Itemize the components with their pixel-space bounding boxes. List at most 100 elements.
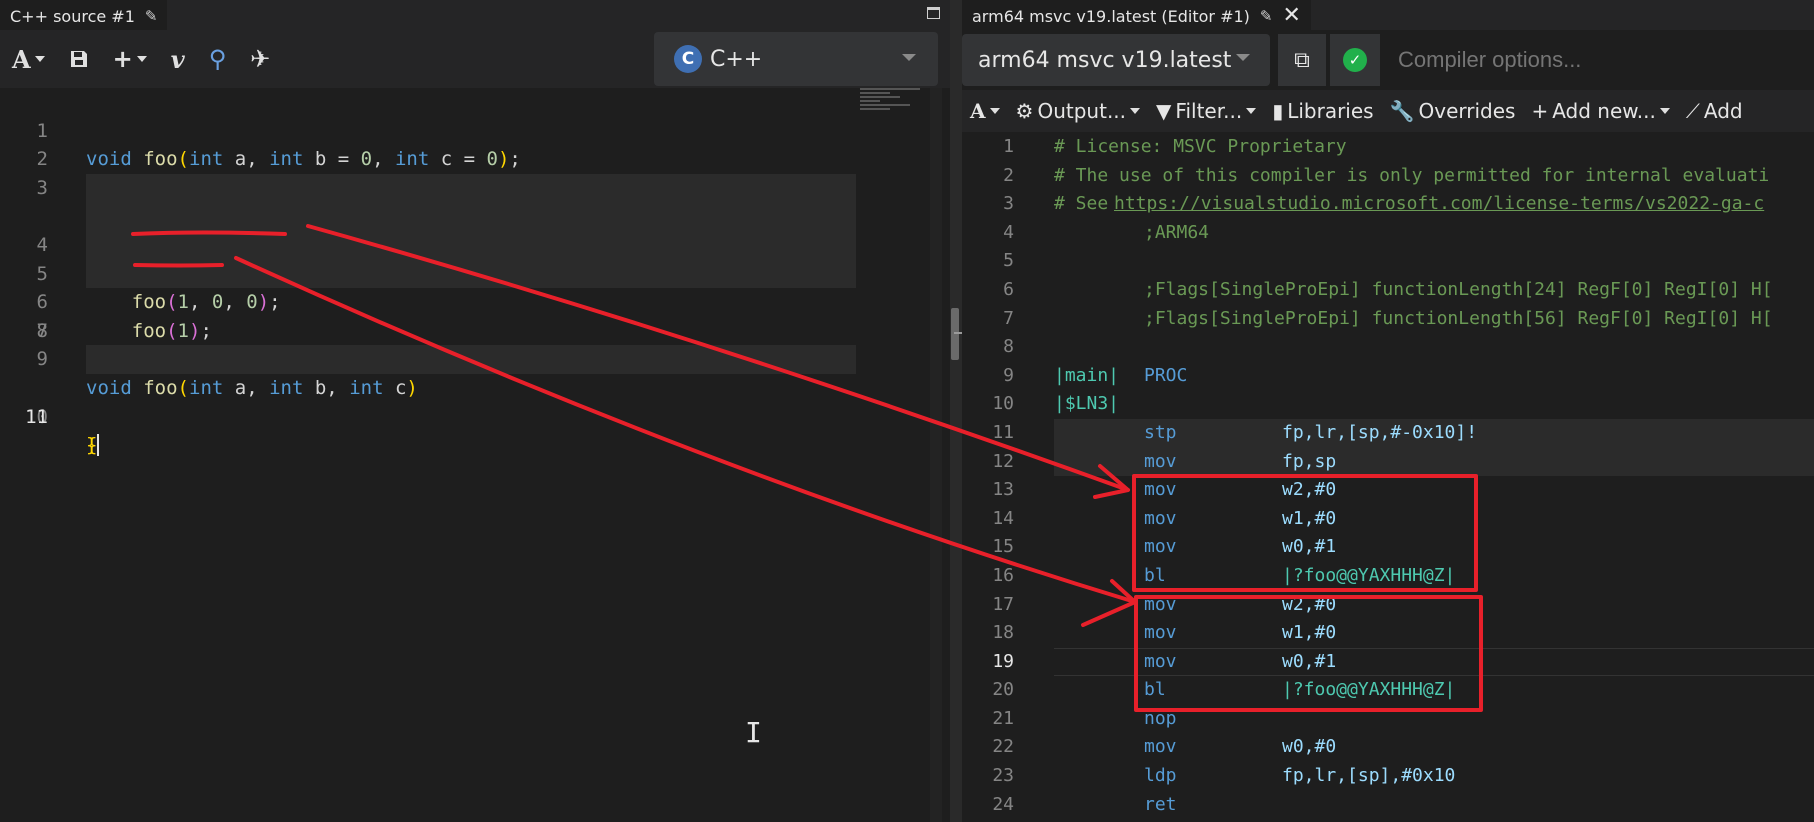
asm-comment: ;Flags[SingleProEpi] functionLength[24] … xyxy=(1144,278,1773,300)
asm-line: 22 mov w0,#0 xyxy=(962,733,1814,762)
language-select[interactable]: C C++ xyxy=(654,32,938,86)
line-number: 14 xyxy=(992,507,1014,529)
code-line: 3 int main() xyxy=(0,145,950,228)
asm-operands: fp,lr,[sp,#-0x10]! xyxy=(1282,421,1478,443)
magic-wand-icon: ⟋ xyxy=(1685,99,1700,123)
asm-instruction: PROC xyxy=(1144,364,1188,386)
code-line: 2 xyxy=(0,117,950,170)
wrench-icon: 🔧 xyxy=(1389,99,1415,123)
asm-label: |$LN3| xyxy=(1054,393,1120,415)
vertical-scrollbar[interactable] xyxy=(930,88,942,822)
output-toolbar: A ⚙ Output... ▼ Filter... ▮ Libraries 🔧 Over… xyxy=(962,90,1814,132)
line-number: 21 xyxy=(992,707,1014,729)
compiler-pane: arm64 msvc v19.latest (Editor #1) ✎ ✕ ar… xyxy=(962,0,1814,822)
tab-title: C++ source #1 xyxy=(10,6,135,26)
line-number: 16 xyxy=(992,564,1014,586)
line-number: 6 xyxy=(1003,278,1014,300)
add-button[interactable]: + xyxy=(101,30,159,88)
output-button[interactable]: ⚙ Output... xyxy=(1008,90,1148,132)
left-tab-strip: C++ source #1 ✎ xyxy=(0,0,950,30)
asm-instruction: mov xyxy=(1144,536,1177,558)
asm-line: 12 mov fp,sp xyxy=(962,447,1814,477)
code-line: 1 void foo(int a, int b = 0, int c = 0); xyxy=(0,88,950,171)
pencil-icon[interactable]: ✎ xyxy=(145,7,158,25)
asm-instruction: bl xyxy=(1144,679,1166,701)
font-size-button[interactable]: A xyxy=(962,90,1008,132)
asm-line: 20 bl |?foo@@YAXHHH@Z| xyxy=(962,676,1814,705)
asm-comment: # The use of this compiler is only permi… xyxy=(1054,164,1770,186)
line-number: 12 xyxy=(992,450,1014,472)
line-number: 10 xyxy=(992,393,1014,415)
asm-operands: |?foo@@YAXHHH@Z| xyxy=(1282,679,1456,701)
line-number: 23 xyxy=(992,765,1014,787)
tab-compiler[interactable]: arm64 msvc v19.latest (Editor #1) ✎ ✕ xyxy=(962,0,1311,30)
compiler-options-input[interactable] xyxy=(1382,34,1814,86)
asm-line: 16 bl |?foo@@YAXHHH@Z| xyxy=(962,562,1814,591)
asm-operands: w2,#0 xyxy=(1282,593,1337,615)
line-number: 1 xyxy=(1003,136,1014,157)
cppinsights-icon[interactable]: ⚲ xyxy=(197,30,239,88)
code-line: 8 xyxy=(0,288,950,342)
asm-line: 21 nop xyxy=(962,705,1814,734)
gear-icon: ⚙ xyxy=(1015,99,1034,123)
asm-operands: w2,#0 xyxy=(1282,479,1337,501)
plus-icon: + xyxy=(1531,99,1549,123)
line-number: 18 xyxy=(992,622,1014,644)
asm-line: 18 mov w1,#0 xyxy=(962,619,1814,648)
line-number: 7 xyxy=(1003,307,1014,329)
asm-line: 24 ret xyxy=(962,791,1814,820)
source-editor-pane: C++ source #1 ✎ A + v ⚲ ✈ C C++ 1 void f… xyxy=(0,0,950,822)
maximize-icon[interactable] xyxy=(927,7,940,19)
asm-instruction: mov xyxy=(1144,450,1177,472)
asm-line: 15 mov w0,#1 xyxy=(962,533,1814,562)
asm-instruction: mov xyxy=(1144,650,1177,672)
tab-cpp-source[interactable]: C++ source #1 ✎ xyxy=(0,0,168,30)
add-tool-button[interactable]: ⟋ Add xyxy=(1678,90,1751,132)
add-new-button[interactable]: + Add new... xyxy=(1523,90,1677,132)
filter-button[interactable]: ▼ Filter... xyxy=(1148,90,1264,132)
line-number: 9 xyxy=(1003,364,1014,386)
popout-button[interactable]: ⧉ xyxy=(1278,34,1326,86)
code-line: 5 foo(1, 0, 0); xyxy=(0,202,950,313)
code-line: 4 { xyxy=(0,173,950,285)
line-number: 2 xyxy=(1003,164,1014,186)
asm-instruction: mov xyxy=(1144,736,1177,758)
asm-operands: fp,sp xyxy=(1282,450,1337,472)
asm-instruction: mov xyxy=(1144,622,1177,644)
font-size-button[interactable]: A xyxy=(0,30,57,88)
asm-line: 8 xyxy=(962,333,1814,362)
compile-status[interactable]: ✓ xyxy=(1330,34,1380,86)
asm-comment: ;ARM64 xyxy=(1144,221,1210,243)
license-link[interactable]: https://visualstudio.microsoft.com/licen… xyxy=(1114,190,1764,219)
save-button[interactable] xyxy=(57,30,101,88)
compiler-select[interactable]: arm64 msvc v19.latest xyxy=(962,34,1270,86)
close-icon[interactable]: ✕ xyxy=(1282,5,1300,27)
asm-operands: w1,#0 xyxy=(1282,622,1337,644)
line-number: 3 xyxy=(1003,193,1014,215)
asm-operands: |?foo@@YAXHHH@Z| xyxy=(1282,564,1456,586)
text-cursor-icon: I xyxy=(745,716,762,749)
line-number: 19 xyxy=(992,650,1014,672)
compiler-bar: arm64 msvc v19.latest ⧉ ✓ xyxy=(962,30,1814,90)
libraries-button[interactable]: ▮ Libraries xyxy=(1264,90,1381,132)
overrides-button[interactable]: 🔧 Overrides xyxy=(1382,90,1524,132)
line-number: 22 xyxy=(992,736,1014,758)
compiler-label: arm64 msvc v19.latest xyxy=(978,47,1232,73)
asm-line: 1 # License: MSVC Proprietary xyxy=(962,133,1814,162)
pane-splitter[interactable] xyxy=(950,0,964,822)
code-line: 7 } xyxy=(0,259,950,370)
asm-instruction: ldp xyxy=(1144,765,1177,787)
filter-icon: ▼ xyxy=(1156,99,1172,123)
line-number: 11 xyxy=(992,421,1014,443)
code-line: 10 { xyxy=(0,345,950,456)
check-icon: ✓ xyxy=(1343,48,1367,72)
line-number: 8 xyxy=(1003,336,1014,358)
asm-line: 13 mov w2,#0 xyxy=(962,476,1814,505)
assembly-output[interactable]: 1 # License: MSVC Proprietary 2 # The use o… xyxy=(962,133,1814,819)
pencil-icon[interactable]: ✎ xyxy=(1260,7,1273,25)
vim-icon[interactable]: v xyxy=(159,30,197,88)
line-number: 4 xyxy=(1003,221,1014,243)
code-editor[interactable]: 1 void foo(int a, int b = 0, int c = 0);… xyxy=(0,88,950,457)
quick-bench-icon[interactable]: ✈ xyxy=(238,30,282,88)
code-line: 6 foo(1); xyxy=(0,230,950,342)
